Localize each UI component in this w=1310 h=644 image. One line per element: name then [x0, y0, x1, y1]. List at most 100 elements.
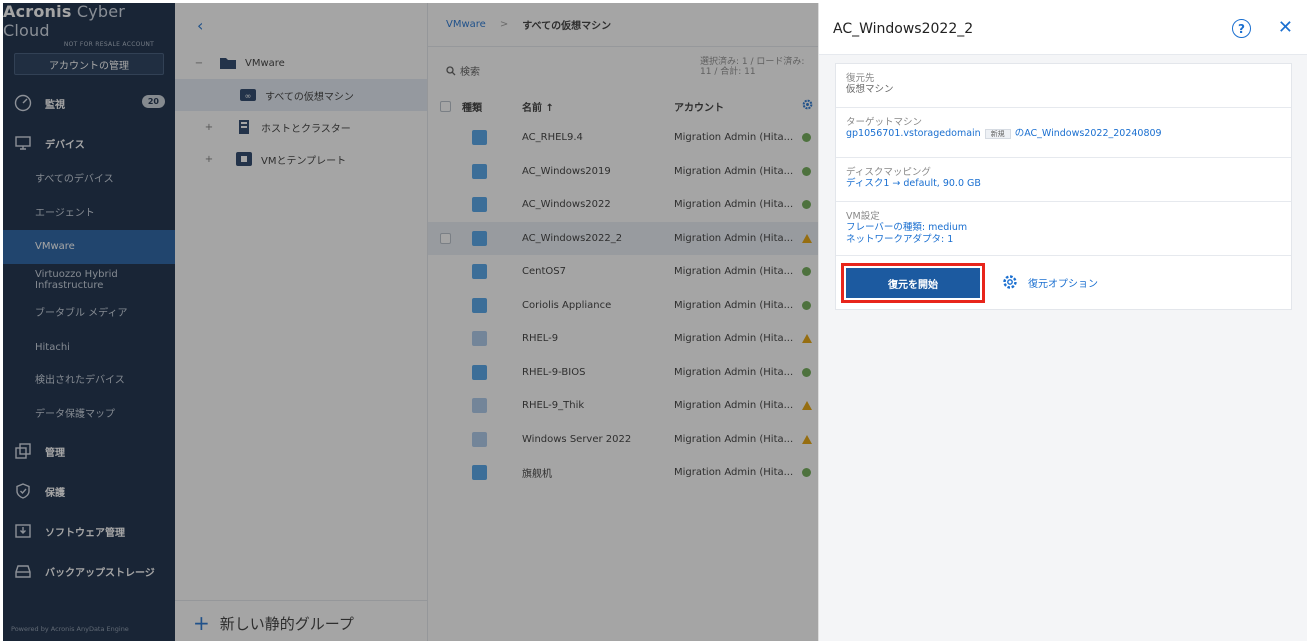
vm-settings-section: VM設定 フレーバーの種類: medium ネットワークアダプタ: 1 [836, 202, 1291, 256]
col-account[interactable]: アカウント [674, 99, 802, 114]
target-machine-link[interactable]: gp1056701.vstoragedomain 新規 のAC_Windows202… [846, 128, 1281, 140]
table-row[interactable]: AC_Windows2022_2 Migration Admin (Hita... [428, 221, 818, 255]
expand-icon[interactable]: + [203, 122, 215, 133]
tree-item-label: VMとテンプレート [261, 155, 347, 167]
table-row[interactable]: AC_Windows2022 Migration Admin (Hita... [428, 188, 818, 222]
tree-item-all-vms[interactable]: ∞ すべての仮想マシン [175, 79, 427, 111]
recovery-options-link[interactable]: 復元オプション [1002, 274, 1098, 290]
status-ok-icon [802, 300, 811, 310]
vm-name: 旗舰机 [522, 469, 552, 481]
tree-panel: ‹ − VMware ∞ すべての仮想マシン + ホストとクラスター + VMと… [175, 3, 428, 641]
vm-network-link[interactable]: ネットワークアダプタ: 1 [846, 234, 1281, 246]
search-placeholder: 検索 [460, 67, 480, 78]
vm-account: Migration Admin (Hita... [674, 366, 794, 378]
nav-protection-label: 保護 [45, 487, 65, 499]
collapse-chevron-icon[interactable]: ‹ [175, 3, 427, 47]
nav-software-label: ソフトウェア管理 [45, 527, 125, 539]
gear-icon [1003, 275, 1017, 289]
nav-virtuozzo[interactable]: Virtuozzo Hybrid Infrastructure [3, 264, 133, 298]
nav-vmware[interactable]: VMware [3, 230, 175, 264]
table-row[interactable]: RHEL-9_Thik Migration Admin (Hita... [428, 389, 818, 423]
admin-icon [13, 441, 33, 461]
disk-mapping-section: ディスクマッピング ディスク1 → default, 90.0 GB [836, 158, 1291, 202]
vm-flavor-link[interactable]: フレーバーの種類: medium [846, 222, 1281, 234]
new-static-group-button[interactable]: + 新しい静的グループ [193, 611, 354, 635]
plus-icon: + [193, 611, 210, 635]
status-warning-icon [802, 434, 812, 444]
virtual-machine-icon [472, 297, 487, 313]
start-recovery-button[interactable]: 復元を開始 [846, 268, 980, 298]
virtual-machine-icon [472, 431, 487, 447]
panel-actions: 復元を開始 復元オプション [836, 256, 1291, 310]
search-icon [446, 65, 456, 75]
restore-panel: AC_Windows2022_2 ? ✕ 復元先 仮想マシン ターゲットマシン … [818, 3, 1307, 641]
column-settings-gear-icon[interactable] [802, 99, 818, 113]
table-row[interactable]: AC_RHEL9.4 Migration Admin (Hita... [428, 121, 818, 155]
table-row[interactable]: Windows Server 2022 Migration Admin (Hita… [428, 423, 818, 457]
powered-by: Powered by Acronis AnyData Engine [11, 625, 129, 633]
table-row[interactable]: RHEL-9-BIOS Migration Admin (Hita... [428, 356, 818, 390]
vm-name: AC_Windows2019 [522, 165, 611, 177]
manage-account-button[interactable]: アカウントの管理 [14, 53, 164, 75]
tree-item-vmware[interactable]: − VMware [175, 47, 427, 79]
selection-info: 選択済み: 1 / ロード済み: 11 / 合計: 11 [700, 57, 805, 78]
nav-admin[interactable]: 管理 [3, 431, 175, 471]
target-machine-section: ターゲットマシン gp1056701.vstoragedomain 新規 のAC_W… [836, 108, 1291, 158]
nav-monitor[interactable]: 監視 20 [3, 83, 175, 123]
expand-icon[interactable]: + [203, 154, 215, 165]
virtual-machine-icon [472, 364, 487, 380]
nav-agents[interactable]: エージェント [3, 197, 175, 231]
host-cluster-icon [239, 120, 249, 134]
table-row[interactable]: RHEL-9 Migration Admin (Hita... [428, 322, 818, 356]
table-row[interactable]: AC_Windows2019 Migration Admin (Hita... [428, 155, 818, 189]
table-row[interactable]: CentOS7 Migration Admin (Hita... [428, 255, 818, 289]
vm-name: RHEL-9-BIOS [522, 366, 586, 378]
nav-devices[interactable]: デバイス [3, 123, 175, 163]
nav-all-devices[interactable]: すべてのデバイス [3, 163, 175, 197]
restore-to-section[interactable]: 復元先 仮想マシン [836, 64, 1291, 108]
panel-header: AC_Windows2022_2 ? ✕ [819, 3, 1307, 55]
select-all-checkbox[interactable] [439, 100, 451, 112]
vm-name: Windows Server 2022 [522, 433, 632, 445]
breadcrumb-separator: > [499, 19, 509, 30]
vm-account: Migration Admin (Hita... [674, 333, 794, 345]
close-icon[interactable]: ✕ [1278, 17, 1293, 38]
breadcrumb-vmware[interactable]: VMware [446, 19, 486, 30]
table-row[interactable]: 旗舰机 Migration Admin (Hita... [428, 456, 818, 490]
nav-protection[interactable]: 保護 [3, 471, 175, 511]
vm-account: Migration Admin (Hita... [674, 165, 794, 177]
search-input[interactable]: 検索 [446, 63, 480, 78]
nav-hitachi[interactable]: Hitachi [3, 331, 175, 365]
vm-account: Migration Admin (Hita... [674, 467, 794, 479]
target-name: のAC_Windows2022_20240809 [1014, 128, 1162, 140]
disk-mapping-link[interactable]: ディスク1 → default, 90.0 GB [846, 178, 1281, 190]
tree-item-hosts[interactable]: + ホストとクラスター [175, 111, 427, 143]
recovery-options-label: 復元オプション [1028, 278, 1098, 290]
storage-icon [13, 561, 33, 581]
col-name[interactable]: 名前 ↑ [522, 99, 674, 114]
new-static-group-label: 新しい静的グループ [219, 614, 354, 633]
nav-software[interactable]: ソフトウェア管理 [3, 511, 175, 551]
nav-bootable-media[interactable]: ブータブル メディア [3, 297, 175, 331]
table-row[interactable]: Coriolis Appliance Migration Admin (Hita.… [428, 289, 818, 323]
vm-account: Migration Admin (Hita... [674, 400, 794, 412]
breadcrumb: VMware > すべての仮想マシン [428, 3, 818, 47]
help-icon[interactable]: ? [1232, 19, 1251, 38]
virtual-machine-icon [472, 331, 487, 347]
tree-item-label: VMware [245, 57, 285, 69]
collapse-icon[interactable]: − [193, 58, 205, 69]
vm-name: AC_RHEL9.4 [522, 132, 583, 144]
status-warning-icon [802, 334, 812, 344]
col-type[interactable]: 種類 [462, 99, 522, 114]
nav-data-protection-map[interactable]: データ保護マップ [3, 398, 175, 432]
vm-account: Migration Admin (Hita... [674, 199, 794, 211]
vm-account: Migration Admin (Hita... [674, 433, 794, 445]
vm-account: Migration Admin (Hita... [674, 232, 794, 244]
tree-item-templates[interactable]: + VMとテンプレート [175, 143, 427, 175]
table-body: AC_RHEL9.4 Migration Admin (Hita... AC_Win… [428, 121, 818, 490]
nav-discovered-devices[interactable]: 検出されたデバイス [3, 364, 175, 398]
breadcrumb-current: すべての仮想マシン [522, 21, 612, 32]
virtual-machine-icon [472, 398, 487, 414]
nav-backup-storage[interactable]: バックアップストレージ [3, 551, 175, 591]
row-checkbox[interactable] [439, 232, 451, 244]
